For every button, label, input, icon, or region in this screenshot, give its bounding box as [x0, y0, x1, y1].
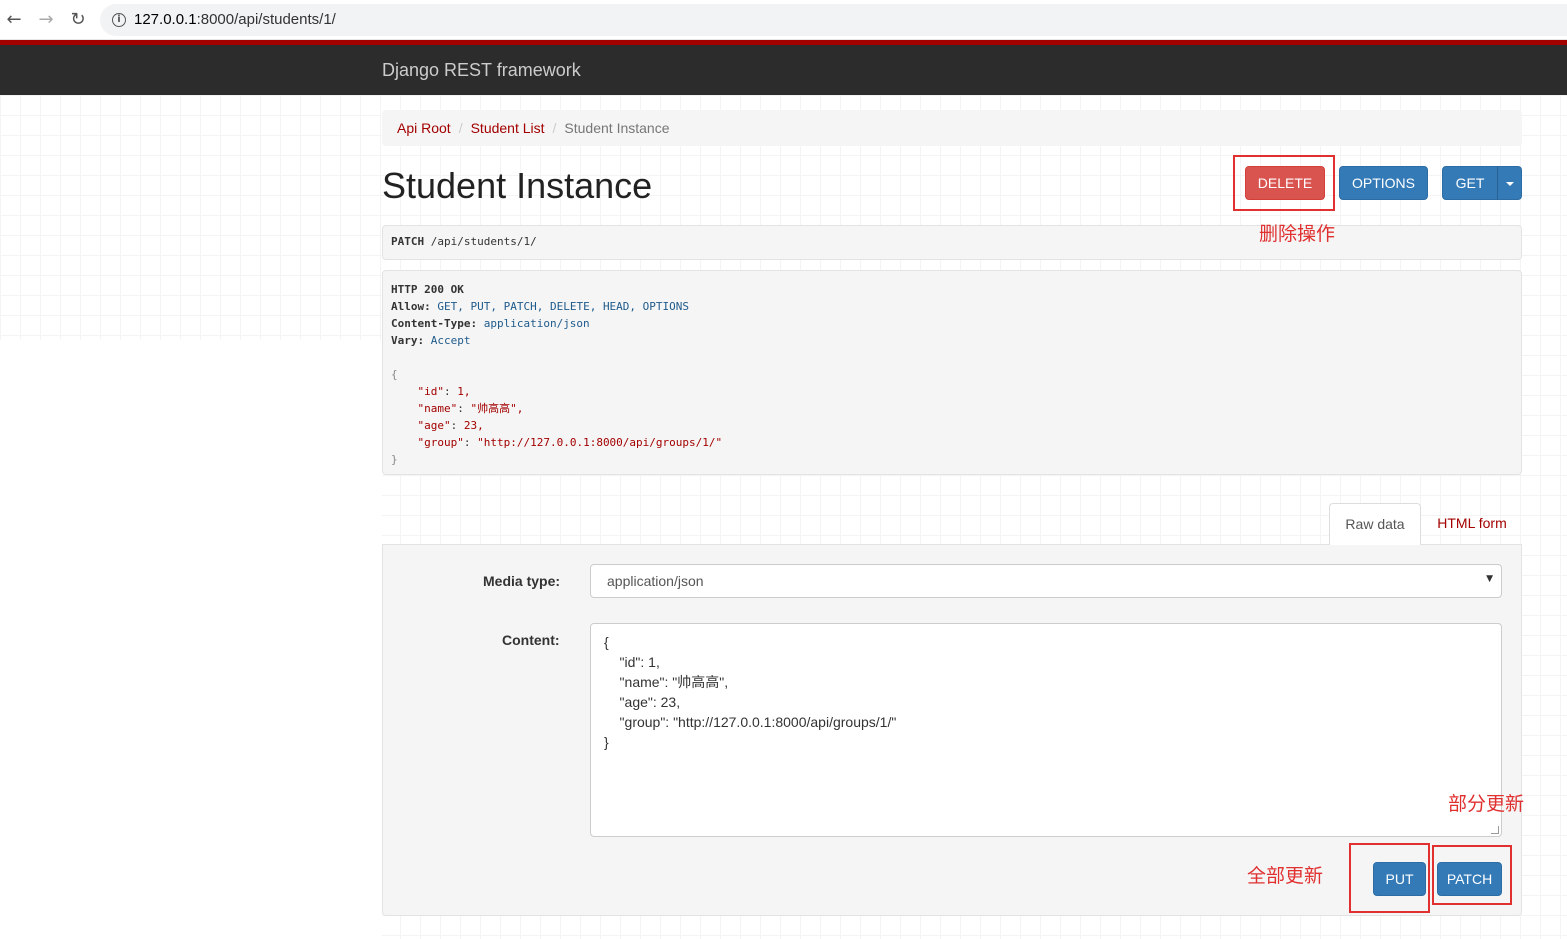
breadcrumb-separator: /	[552, 120, 557, 136]
annotation-box-put	[1349, 843, 1430, 913]
breadcrumb-separator: /	[458, 120, 463, 136]
content-line: "id": 1,	[604, 654, 660, 670]
json-value: 1,	[457, 385, 471, 398]
json-key: "name"	[417, 402, 458, 415]
json-key: "id"	[417, 385, 445, 398]
breadcrumb-api-root[interactable]: Api Root	[397, 120, 451, 136]
response-header-value: Accept	[430, 334, 471, 347]
response-header-name: Content-Type:	[391, 317, 478, 330]
response-header-name: Allow:	[391, 300, 431, 313]
breadcrumb: Api Root / Student List / Student Instance	[382, 110, 1522, 146]
caret-down-icon	[1505, 182, 1514, 187]
get-format-dropdown[interactable]	[1497, 166, 1522, 200]
page-title: Student Instance	[382, 165, 653, 206]
media-type-label: Media type:	[483, 573, 561, 589]
request-info: PATCH /api/students/1/	[382, 225, 1522, 260]
annotation-patch-note: 部分更新	[1448, 793, 1525, 815]
info-icon[interactable]: i	[112, 13, 126, 27]
json-value: 23,	[463, 419, 484, 432]
annotation-put-note: 全部更新	[1247, 865, 1324, 887]
forward-arrow-icon[interactable]: →	[36, 10, 56, 30]
content-line: "name": "帅高高",	[604, 674, 729, 690]
content-label: Content:	[502, 632, 560, 648]
get-button[interactable]: GET	[1442, 166, 1498, 200]
json-key: "age"	[417, 419, 451, 432]
content-line: "group": "http://127.0.0.1:8000/api/grou…	[604, 714, 897, 730]
json-key: "group"	[417, 436, 464, 449]
json-value: "帅高高",	[470, 402, 524, 415]
content-line: "age": 23,	[604, 694, 681, 710]
response-header-value: application/json	[483, 317, 590, 330]
annotation-delete-note: 删除操作	[1259, 223, 1336, 245]
json-brace: {	[391, 368, 398, 381]
media-type-select[interactable]: application/json ▼	[590, 564, 1502, 598]
response-header-value: GET, PUT, PATCH, DELETE, HEAD, OPTIONS	[437, 300, 690, 313]
tab-raw-data[interactable]: Raw data	[1329, 503, 1421, 545]
content-line: }	[604, 734, 609, 750]
options-button[interactable]: OPTIONS	[1339, 166, 1428, 200]
navbar: Django REST framework	[0, 40, 1567, 95]
brand-link[interactable]: Django REST framework	[382, 60, 581, 81]
annotation-box-delete	[1233, 155, 1335, 211]
tab-html-form[interactable]: HTML form	[1422, 503, 1522, 545]
breadcrumb-student-list[interactable]: Student List	[471, 120, 545, 136]
content-line: {	[604, 634, 609, 650]
json-brace: }	[391, 453, 398, 466]
request-path: /api/students/1/	[430, 235, 537, 248]
page-margin	[0, 340, 382, 939]
response-status: HTTP 200 OK	[391, 283, 464, 296]
json-value: "http://127.0.0.1:8000/api/groups/1/"	[477, 436, 723, 449]
annotation-box-patch	[1432, 845, 1512, 905]
content-textarea[interactable]: { "id": 1, "name": "帅高高", "age": 23, "gr…	[590, 623, 1502, 837]
breadcrumb-active: Student Instance	[564, 120, 670, 136]
dropdown-arrow-icon: ▼	[1486, 574, 1493, 584]
url-text[interactable]: 127.0.0.1:8000/api/students/1/	[134, 11, 336, 28]
resize-grip-icon[interactable]	[1491, 826, 1499, 834]
request-method: PATCH	[391, 235, 425, 248]
media-type-value: application/json	[607, 573, 704, 589]
response-header-name: Vary:	[391, 334, 425, 347]
back-arrow-icon[interactable]: ←	[4, 10, 24, 30]
response-info: HTTP 200 OK Allow: GET, PUT, PATCH, DELE…	[382, 270, 1522, 475]
reload-icon[interactable]: ↻	[68, 10, 88, 30]
